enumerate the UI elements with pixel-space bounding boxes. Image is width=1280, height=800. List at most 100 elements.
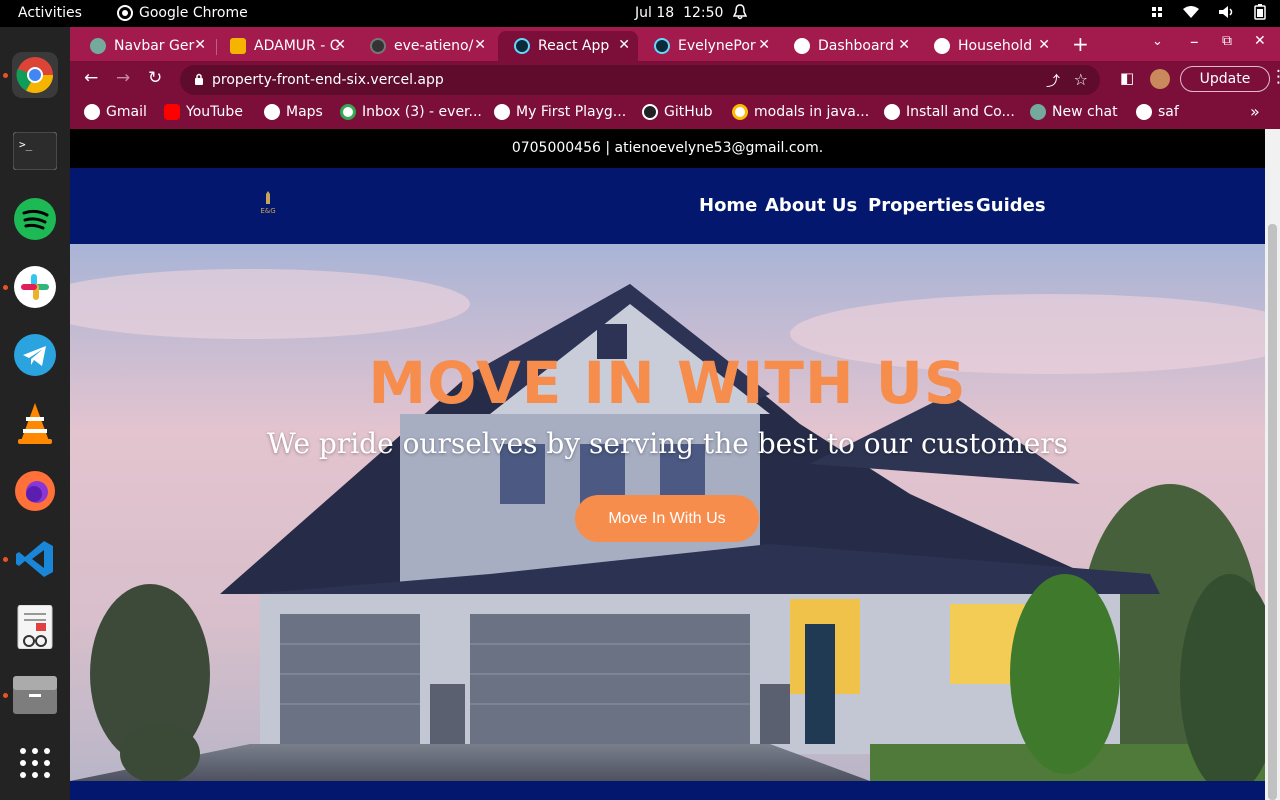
reload-icon[interactable]: ↻ [148, 68, 162, 88]
tab-title: EvelynePor [678, 38, 756, 54]
vlc-icon[interactable] [12, 400, 58, 446]
nav-about-us[interactable]: About Us [765, 195, 857, 216]
tab-search-icon[interactable]: ⌄ [1152, 34, 1163, 49]
globe-icon [84, 104, 100, 120]
bookmark-label: New chat [1052, 104, 1118, 120]
bookmark-inbox[interactable]: Inbox (3) - ever... [340, 104, 482, 120]
slack-icon[interactable] [12, 264, 58, 310]
close-icon[interactable]: ✕ [898, 37, 910, 53]
tab-household[interactable]: Household ✕ [918, 31, 1058, 61]
chatgpt-icon [1030, 104, 1046, 120]
globe-icon [934, 38, 950, 54]
bookmark-label: Install and Co... [906, 104, 1015, 120]
tab-title: React App [538, 38, 610, 54]
bookmark-install[interactable]: Install and Co... [884, 104, 1015, 120]
nav-guides[interactable]: Guides [976, 195, 1046, 216]
spotify-icon[interactable] [12, 196, 58, 242]
bookmark-star-icon[interactable]: ☆ [1074, 70, 1088, 89]
activities-button[interactable]: Activities [18, 5, 82, 21]
tab-evelyne-portfolio[interactable]: EvelynePor ✕ [638, 31, 778, 61]
logo-text: E&G [260, 207, 276, 215]
menu-icon[interactable]: ⋮ [1270, 67, 1280, 87]
forward-icon[interactable]: → [116, 68, 130, 88]
site-logo[interactable]: E&G [256, 190, 280, 216]
close-icon[interactable]: ✕ [1038, 37, 1050, 53]
react-icon [514, 38, 530, 54]
bookmark-gmail[interactable]: Gmail [84, 104, 147, 120]
bookmark-maps[interactable]: Maps [264, 104, 323, 120]
bookmark-github[interactable]: GitHub [642, 104, 713, 120]
google-icon [732, 104, 748, 120]
bookmark-new-chat[interactable]: New chat [1030, 104, 1118, 120]
side-panel-icon[interactable]: ◧ [1120, 69, 1134, 87]
nav-home[interactable]: Home [699, 195, 757, 216]
tab-navbar[interactable]: Navbar Ger ✕ [74, 31, 214, 61]
document-viewer-icon[interactable] [12, 604, 58, 650]
time-label: 12:50 [683, 5, 724, 21]
contact-bar: 0705000456 | atienoevelyne53@gmail.com. [70, 129, 1265, 168]
network-grid-icon [1150, 5, 1164, 23]
github-icon [370, 38, 386, 54]
running-indicator [3, 73, 8, 78]
react-icon [654, 38, 670, 54]
globe-icon [884, 104, 900, 120]
tab-adamur[interactable]: ADAMUR - C ✕ [214, 31, 354, 61]
next-section-band [70, 781, 1265, 800]
date-label: Jul 18 [635, 5, 675, 21]
address-bar[interactable]: property-front-end-six.vercel.app ⤴ ☆ [180, 65, 1100, 95]
youtube-icon [164, 104, 180, 120]
bookmark-playground[interactable]: My First Playg... [494, 104, 626, 120]
close-icon[interactable]: ✕ [334, 37, 346, 53]
slides-icon [230, 38, 246, 54]
tab-title: ADAMUR - C [254, 38, 340, 54]
scrollbar-thumb[interactable] [1268, 224, 1277, 800]
move-in-button[interactable]: Move In With Us [575, 495, 759, 542]
bookmarks-overflow-icon[interactable]: » [1250, 102, 1260, 121]
share-icon[interactable]: ⤴ [1046, 71, 1060, 91]
nav-properties[interactable]: Properties [868, 195, 974, 216]
bookmark-youtube[interactable]: YouTube [164, 104, 243, 120]
bookmark-label: saf [1158, 104, 1179, 120]
tab-title: eve-atieno/ [394, 38, 474, 54]
clock[interactable]: Jul 18 12:50 [635, 5, 723, 21]
app-menu[interactable]: Google Chrome [117, 5, 248, 21]
bookmark-modals[interactable]: modals in java... [732, 104, 869, 120]
hero-section: MOVE IN WITH US We pride ourselves by se… [70, 244, 1265, 781]
new-tab-button[interactable]: + [1072, 32, 1089, 56]
bookmarks-bar: Gmail YouTube Maps Inbox (3) - ever... M… [70, 97, 1280, 129]
back-icon[interactable]: ← [84, 68, 98, 88]
vscode-icon[interactable] [12, 536, 58, 582]
files-icon[interactable] [12, 672, 58, 718]
page-scrollbar[interactable] [1265, 129, 1280, 800]
minimize-icon[interactable]: – [1190, 32, 1199, 52]
firefox-icon[interactable] [12, 468, 58, 514]
site-navbar: E&G Home About Us Properties Guides [70, 168, 1265, 244]
app-name: Google Chrome [139, 5, 248, 21]
app-grid-icon[interactable] [12, 740, 58, 786]
restore-icon[interactable]: ⧉ [1222, 33, 1232, 49]
bookmark-label: Inbox (3) - ever... [362, 104, 482, 120]
telegram-icon[interactable] [12, 332, 58, 378]
volume-icon [1218, 5, 1236, 23]
close-icon[interactable]: ✕ [758, 37, 770, 53]
bookmark-label: GitHub [664, 104, 713, 120]
tab-github-eve[interactable]: eve-atieno/ ✕ [354, 31, 494, 61]
close-icon[interactable]: ✕ [194, 37, 206, 53]
tab-dashboard[interactable]: Dashboard ✕ [778, 31, 918, 61]
tab-title: Household [958, 38, 1033, 54]
chrome-icon[interactable] [12, 52, 58, 98]
bookmark-saf[interactable]: saf [1136, 104, 1179, 120]
terminal-icon[interactable]: >_ [12, 128, 58, 174]
chrome-small-icon [117, 5, 133, 21]
hero-subtitle: We pride ourselves by serving the best t… [266, 427, 1069, 460]
avatar[interactable] [1150, 69, 1170, 89]
tab-react-app[interactable]: React App ✕ [498, 31, 638, 61]
system-top-bar: Activities Google Chrome Jul 18 12:50 [0, 0, 1280, 27]
system-tray[interactable] [1150, 4, 1266, 24]
close-window-icon[interactable]: ✕ [1254, 33, 1266, 49]
update-button[interactable]: Update [1180, 66, 1270, 92]
chatgpt-icon [90, 38, 106, 54]
bell-icon [732, 4, 748, 24]
close-icon[interactable]: ✕ [618, 37, 630, 53]
close-icon[interactable]: ✕ [474, 37, 486, 53]
